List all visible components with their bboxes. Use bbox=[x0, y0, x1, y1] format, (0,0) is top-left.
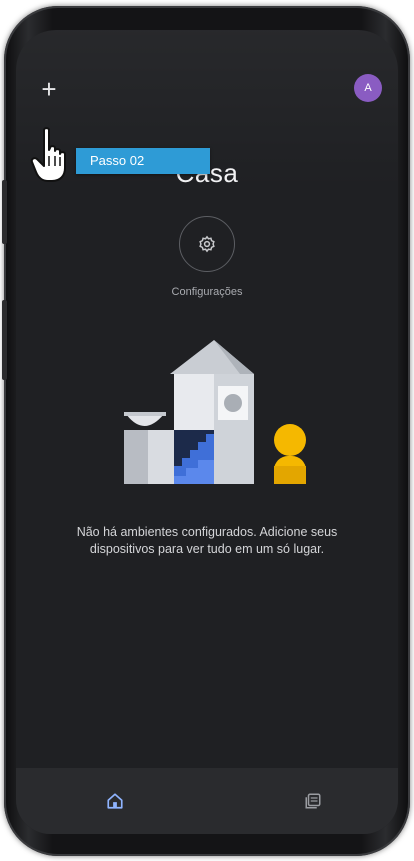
nav-feed-button[interactable] bbox=[298, 786, 328, 816]
account-avatar[interactable]: A bbox=[354, 74, 382, 102]
settings-button[interactable]: Configurações bbox=[137, 216, 277, 298]
empty-state-message: Não há ambientes configurados. Adicione … bbox=[76, 525, 338, 556]
settings-circle bbox=[179, 216, 235, 272]
bottom-navigation bbox=[16, 768, 398, 834]
phone-volume-button bbox=[2, 180, 7, 244]
phone-mockup: + A Casa Configurações bbox=[0, 0, 414, 861]
tutorial-step-label: Passo 02 bbox=[76, 148, 210, 174]
feed-icon bbox=[305, 793, 321, 809]
nav-home-button[interactable] bbox=[100, 786, 130, 816]
phone-side-button bbox=[2, 300, 7, 380]
pointer-hand-icon bbox=[30, 127, 66, 182]
gear-icon bbox=[199, 235, 215, 253]
settings-label: Configurações bbox=[171, 286, 243, 298]
home-icon bbox=[107, 793, 123, 809]
empty-home-illustration bbox=[124, 340, 306, 484]
add-button[interactable]: + bbox=[36, 76, 62, 102]
